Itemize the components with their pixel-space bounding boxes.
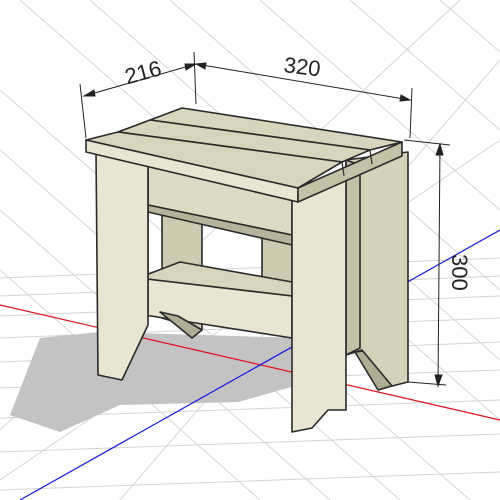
width-label: 320 <box>283 52 322 81</box>
front-right-leg-side <box>345 159 361 356</box>
height-label: 300 <box>447 254 472 291</box>
depth-label: 216 <box>122 55 164 89</box>
front-right-leg <box>291 177 347 433</box>
cad-viewport[interactable]: 216 320 300 <box>0 0 500 500</box>
